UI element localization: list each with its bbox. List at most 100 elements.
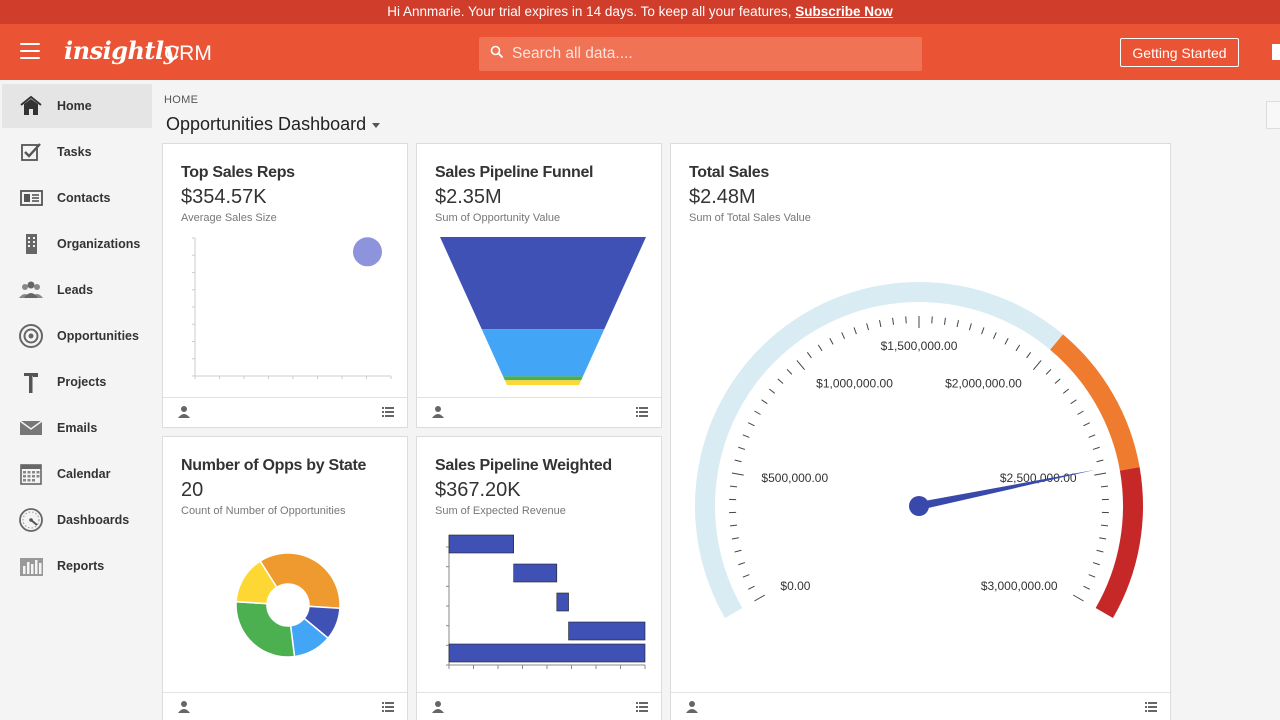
sidebar-item-emails[interactable]: Emails [2,406,152,450]
gauge-tick [731,472,744,476]
dashboards-icon [19,508,43,532]
gauge-tick [981,327,985,335]
card-subtitle: Sum of Expected Revenue [435,505,566,517]
gauge-tick [992,332,997,340]
opps-by-state-card: Number of Opps by State 20 Count of Numb… [162,436,408,720]
gauge-tick-label: $0.00 [780,579,810,593]
sidebar-item-label: Organizations [57,237,141,251]
sidebar-item-tasks[interactable]: Tasks [2,130,152,174]
gauge-tick [1100,524,1109,527]
top-navigation-bar: insightly CRM Getting Started [0,24,1280,80]
sidebar-item-calendar[interactable]: Calendar [2,452,152,496]
sidebar-item-opportunities[interactable]: Opportunities [2,314,152,358]
gauge-tick [777,378,784,384]
gauge-tick [748,422,755,427]
card-value: $367.20K [435,479,521,501]
gauge-tick-label: $2,000,000.00 [945,376,1022,390]
opps-by-state-donut [235,552,341,658]
side-panel-tab[interactable] [1266,101,1280,129]
hamburger-menu-icon[interactable] [20,43,40,59]
user-icon[interactable] [686,700,698,713]
sidebar-item-dashboards[interactable]: Dashboards [2,498,152,542]
card-subtitle: Average Sales Size [181,212,277,224]
gauge-tick [841,332,846,340]
gauge-tick [734,459,742,463]
home-icon [20,95,42,115]
gauge-tick [1100,485,1109,488]
sidebar-item-label: Contacts [57,191,111,205]
sidebar-item-reports[interactable]: Reports [2,544,152,588]
waterfall-bar [513,563,558,583]
top-right-edge-control[interactable] [1272,44,1280,60]
user-icon[interactable] [432,405,444,418]
waterfall-bar [556,592,569,612]
insightly-logo[interactable]: insightly [64,36,178,65]
funnel-segment [503,376,583,381]
page-title: Opportunities Dashboard [166,114,367,134]
sidebar-item-organizations[interactable]: Organizations [2,222,152,266]
funnel-segment [440,237,646,330]
sales-pipeline-funnel-card: Sales Pipeline Funnel $2.35M Sum of Oppo… [416,143,662,428]
sidebar-item-leads[interactable]: Leads [2,268,152,312]
search-input[interactable] [512,37,912,71]
card-title: Sales Pipeline Weighted [435,457,612,474]
gauge-tick [742,434,750,438]
list-view-icon[interactable] [382,702,394,712]
gauge-tick [829,338,834,345]
sidebar-item-home[interactable]: Home [2,84,152,128]
scatter-point [352,237,382,267]
sidebar-item-label: Home [57,99,92,113]
gauge-tick [1072,594,1084,602]
gauge-tick [729,524,738,527]
gauge-tick [742,574,750,578]
list-view-icon[interactable] [382,407,394,417]
gauge-tick [1088,434,1096,438]
gauge-tick [866,323,870,331]
user-icon[interactable] [432,700,444,713]
user-icon[interactable] [178,405,190,418]
gauge-tick [1092,446,1100,450]
sidebar: Home Tasks Contacts Organizations Leads … [0,80,154,720]
gauge-tick [817,344,823,352]
getting-started-button[interactable]: Getting Started [1120,38,1239,67]
list-view-icon[interactable] [1145,702,1157,712]
list-view-icon[interactable] [636,407,648,417]
card-title: Number of Opps by State [181,457,367,474]
gauge-tick [754,594,766,602]
breadcrumb[interactable]: HOME [164,94,198,106]
dashboard-selector[interactable]: Opportunities Dashboard [166,114,381,135]
gauge-tick [1062,388,1070,394]
donut-slice [235,600,296,658]
gauge-tick [1004,338,1009,345]
subscribe-now-link[interactable]: Subscribe Now [795,4,893,19]
gauge-band [1050,334,1140,471]
gauge-tick [761,399,768,405]
funnel-segment [504,380,582,385]
gauge-tick [892,317,895,325]
gauge-tick [1096,459,1104,463]
card-footer [417,692,661,720]
gauge-tick-label: $500,000.00 [761,471,828,485]
gauge-tick [956,320,959,328]
sales-pipeline-weighted-card: Sales Pipeline Weighted $367.20K Sum of … [416,436,662,720]
gauge-tick-label: $1,000,000.00 [816,376,893,390]
gauge-tick [943,317,946,325]
gauge-tick [1083,422,1090,427]
gauge-tick [738,446,746,450]
sidebar-item-label: Calendar [57,467,111,481]
sidebar-item-label: Projects [57,375,107,389]
gauge-tick [786,368,793,375]
search-box[interactable] [479,37,922,71]
sidebar-item-contacts[interactable]: Contacts [2,176,152,220]
card-value: $2.35M [435,186,502,208]
user-icon[interactable] [178,700,190,713]
gauge-tick [796,360,805,370]
card-footer [163,397,407,427]
sidebar-item-projects[interactable]: Projects [2,360,152,404]
sidebar-item-label: Tasks [57,145,92,159]
gauge-tick [754,410,761,415]
gauge-tick [1045,368,1052,375]
total-sales-card: Total Sales $2.48M Sum of Total Sales Va… [670,143,1171,720]
list-view-icon[interactable] [636,702,648,712]
gauge-tick [768,388,776,394]
